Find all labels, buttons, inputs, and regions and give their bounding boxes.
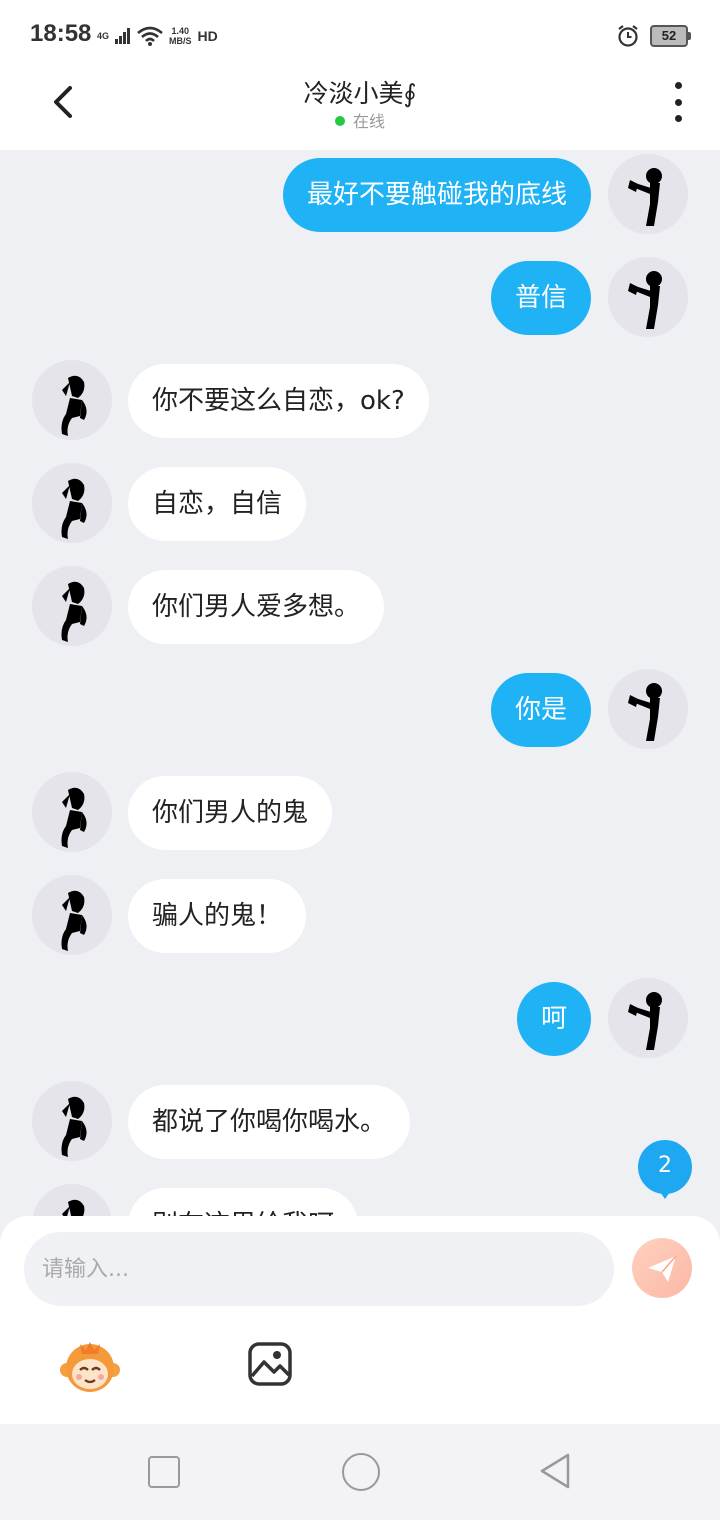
network-type-label: 4G — [97, 31, 110, 41]
emoji-button[interactable] — [58, 1336, 122, 1400]
contact-avatar[interactable] — [32, 1184, 112, 1216]
silhouette-girl-icon — [61, 375, 87, 436]
self-avatar[interactable] — [608, 154, 688, 234]
message-bubble[interactable]: 最好不要触碰我的底线 — [282, 158, 591, 232]
paper-plane-icon — [648, 1255, 677, 1282]
self-avatar[interactable] — [608, 257, 688, 337]
silhouette-girl-icon — [61, 1096, 87, 1157]
unread-count-badge[interactable]: 2 — [638, 1140, 692, 1199]
message-bubble[interactable]: 你不要这么自恋，ok? — [128, 364, 429, 438]
network-speed-value: 1.40 — [171, 26, 190, 36]
silhouette-boy-icon — [628, 168, 662, 226]
message-bubble[interactable]: 别在这里给我呵 — [128, 1188, 359, 1216]
message-incoming: 你们男人的鬼 — [0, 770, 720, 854]
contact-avatar[interactable] — [32, 1081, 112, 1161]
send-button[interactable] — [632, 1238, 692, 1298]
contact-avatar[interactable] — [32, 566, 112, 646]
system-back-button[interactable] — [538, 1452, 572, 1490]
contact-avatar[interactable] — [32, 875, 112, 955]
message-outgoing: 最好不要触碰我的底线 — [0, 152, 720, 236]
message-bubble[interactable]: 自恋，自信 — [128, 467, 307, 541]
monkey-emoji-icon — [60, 1342, 120, 1392]
contact-avatar[interactable] — [32, 463, 112, 543]
status-time: 18:58 — [30, 20, 92, 47]
hd-indicator: HD — [197, 28, 218, 44]
more-options-button[interactable] — [670, 82, 686, 122]
contact-avatar[interactable] — [32, 360, 112, 440]
chat-header: 冷淡小美∮ 在线 — [0, 72, 720, 150]
image-icon — [248, 1342, 292, 1386]
silhouette-girl-icon — [61, 787, 87, 848]
triangle-back-icon — [540, 1453, 570, 1489]
status-icons: 4G 1.40 MB/S HD — [97, 22, 218, 50]
online-status-label: 在线 — [352, 112, 385, 131]
recent-apps-button[interactable] — [148, 1456, 180, 1488]
network-speed: 1.40 MB/S — [169, 26, 192, 46]
more-dot-icon — [674, 98, 682, 106]
contact-avatar[interactable] — [32, 772, 112, 852]
system-nav-bar — [0, 1424, 720, 1520]
message-bubble[interactable]: 普信 — [490, 261, 591, 335]
self-avatar[interactable] — [608, 978, 688, 1058]
alarm-icon — [618, 25, 638, 47]
composer-panel — [0, 1216, 720, 1424]
message-incoming: 你们男人爱多想。 — [0, 564, 720, 648]
message-bubble[interactable]: 你们男人爱多想。 — [128, 570, 385, 644]
message-bubble[interactable]: 你是 — [490, 673, 591, 747]
online-dot — [334, 116, 345, 126]
silhouette-girl-icon — [61, 890, 87, 951]
message-input[interactable] — [24, 1232, 614, 1306]
more-dot-icon — [674, 82, 682, 89]
network-speed-unit: MB/S — [169, 36, 192, 46]
home-button[interactable] — [342, 1453, 380, 1491]
message-bubble[interactable]: 都说了你喝你喝水。 — [128, 1085, 411, 1159]
silhouette-girl-icon — [62, 1199, 85, 1216]
message-incoming: 骗人的鬼！ — [0, 873, 720, 957]
message-bubble[interactable]: 你们男人的鬼 — [128, 776, 333, 850]
status-bar: 18:58 4G 1.40 MB/S HD 52 — [0, 0, 720, 72]
message-bubble[interactable]: 呵 — [516, 982, 591, 1056]
silhouette-girl-icon — [61, 581, 87, 642]
wifi-icon — [137, 26, 163, 46]
silhouette-girl-icon — [61, 478, 87, 539]
message-bubble[interactable]: 骗人的鬼！ — [128, 879, 307, 953]
online-status: 在线 — [0, 108, 720, 132]
message-incoming: 别在这里给我呵 — [0, 1182, 720, 1216]
battery-indicator: 52 — [650, 25, 691, 47]
message-outgoing: 呵 — [0, 976, 720, 1060]
status-right: 52 — [616, 24, 691, 48]
network-type: 4G — [97, 31, 109, 41]
contact-name: 冷淡小美∮ — [303, 79, 417, 108]
message-incoming: 都说了你喝你喝水。 — [0, 1079, 720, 1163]
self-avatar[interactable] — [608, 669, 688, 749]
silhouette-boy-icon — [628, 271, 662, 329]
more-dot-icon — [674, 115, 682, 122]
message-outgoing: 你是 — [0, 667, 720, 751]
message-outgoing: 普信 — [0, 255, 720, 339]
silhouette-boy-icon — [628, 683, 662, 741]
silhouette-boy-icon — [628, 992, 662, 1050]
image-button[interactable] — [246, 1340, 294, 1388]
message-list[interactable]: 最好不要触碰我的底线 普信 你不要这么自恋，ok? 自恋，自信 你们男人爱多想。… — [0, 150, 720, 1216]
signal-icon — [115, 28, 131, 44]
message-incoming: 自恋，自信 — [0, 461, 720, 545]
message-incoming: 你不要这么自恋，ok? — [0, 358, 720, 442]
